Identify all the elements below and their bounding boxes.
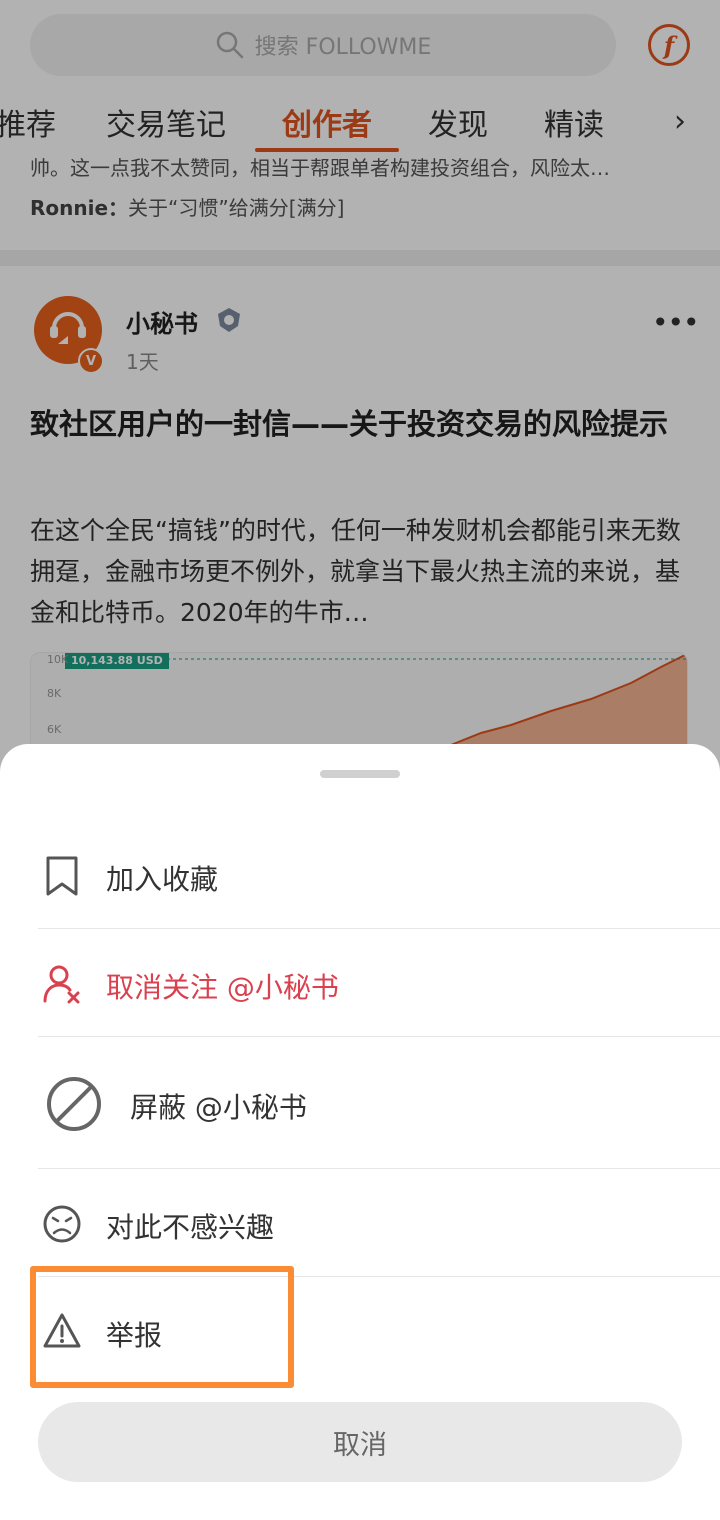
menu-item-add-favorite[interactable]: 加入收藏 [0, 826, 720, 926]
action-sheet: 加入收藏 取消关注 @小秘书 屏蔽 @小秘书 对此不感兴趣 举报 取消 [0, 744, 720, 1520]
cancel-button[interactable]: 取消 [38, 1402, 682, 1482]
highlight-box [30, 1266, 294, 1388]
menu-divider [38, 928, 720, 929]
menu-item-label: 加入收藏 [106, 863, 219, 896]
menu-item-label: 屏蔽 @小秘书 [130, 1091, 307, 1124]
menu-divider [38, 1168, 720, 1169]
bookmark-icon [46, 856, 78, 896]
menu-item-label: 取消关注 @小秘书 [106, 971, 339, 1004]
menu-item-not-interested[interactable]: 对此不感兴趣 [0, 1174, 720, 1274]
menu-item-block-user[interactable]: 屏蔽 @小秘书 [0, 1044, 720, 1164]
menu-divider [38, 1036, 720, 1037]
block-icon [47, 1077, 101, 1131]
menu-item-unfollow[interactable]: 取消关注 @小秘书 [0, 934, 720, 1034]
sad-face-icon [43, 1205, 81, 1243]
menu-item-label: 对此不感兴趣 [106, 1211, 275, 1244]
sheet-grab-handle[interactable] [320, 770, 400, 778]
unfollow-user-icon [43, 965, 80, 1004]
